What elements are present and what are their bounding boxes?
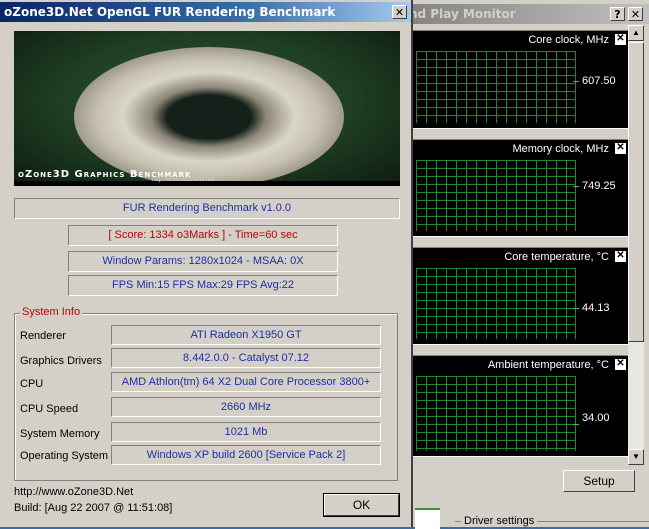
- graph-grid: [416, 376, 576, 451]
- scroll-up-icon[interactable]: ▲: [628, 25, 644, 41]
- benchmark-banner-image: oZone3D Graphics Benchmark http://www.oz…: [14, 31, 400, 186]
- cpu-label: CPU: [20, 378, 44, 390]
- hardware-monitor-window: nd Play Monitor ? ✕ Core clock, MHz ✕ 60…: [395, 0, 649, 529]
- setup-button[interactable]: Setup: [563, 470, 635, 492]
- dialog-titlebar: oZone3D.Net OpenGL FUR Rendering Benchma…: [0, 2, 411, 22]
- graph-value: 34.00: [582, 412, 610, 424]
- graphics-drivers-value: 8.442.0.0 - Catalyst 07.12: [111, 348, 381, 368]
- graph-core-temperature: Core temperature, °C ✕ 44.13: [412, 247, 630, 345]
- scroll-down-icon[interactable]: ▼: [628, 449, 644, 465]
- renderer-value: ATI Radeon X1950 GT: [111, 325, 381, 345]
- cpu-value: AMD Athlon(tm) 64 X2 Dual Core Processor…: [111, 372, 381, 392]
- benchmark-header-panel: FUR Rendering Benchmark v1.0.0: [14, 198, 400, 219]
- monitor-title: nd Play Monitor: [409, 7, 516, 21]
- graph-value: 749.25: [582, 180, 616, 192]
- fps-panel: FPS Min:15 FPS Max:29 FPS Avg:22: [68, 275, 338, 296]
- dialog-close-button[interactable]: ✕: [392, 5, 407, 19]
- footer-build: Build: [Aug 22 2007 @ 11:51:08]: [14, 502, 173, 514]
- graph-title: Memory clock, MHz: [512, 143, 609, 155]
- graph-memory-clock: Memory clock, MHz ✕ 749.25: [412, 139, 630, 237]
- driver-settings-label: Driver settings: [461, 515, 538, 527]
- score-panel: [ Score: 1334 o3Marks ] - Time=60 sec: [68, 225, 338, 246]
- graph-close-icon[interactable]: ✕: [615, 251, 626, 262]
- graph-level-marker: [573, 186, 579, 187]
- cpu-speed-label: CPU Speed: [20, 403, 79, 415]
- banner-url: http://www.ozone3d.net: [152, 177, 215, 183]
- window-params-text: Window Params: 1280x1024 - MSAA: 0X: [102, 255, 304, 267]
- system-info-title: System Info: [20, 306, 83, 318]
- graph-grid: [416, 51, 576, 123]
- help-button[interactable]: ?: [610, 7, 625, 21]
- benchmark-dialog: oZone3D.Net OpenGL FUR Rendering Benchma…: [0, 0, 413, 527]
- system-memory-label: System Memory: [20, 428, 100, 440]
- graph-close-icon[interactable]: ✕: [615, 143, 626, 154]
- graph-grid: [416, 268, 576, 339]
- status-strip: [415, 508, 440, 529]
- fur-torus-render: [74, 47, 344, 186]
- graph-core-clock: Core clock, MHz ✕ 607.50: [412, 30, 630, 129]
- dialog-title: oZone3D.Net OpenGL FUR Rendering Benchma…: [4, 5, 336, 19]
- system-memory-value: 1021 Mb: [111, 422, 381, 442]
- operating-system-label: Operating System: [20, 450, 109, 462]
- score-text: [ Score: 1334 o3Marks ] - Time=60 sec: [108, 229, 298, 241]
- footer-url: http://www.oZone3D.Net: [14, 486, 134, 498]
- graph-close-icon[interactable]: ✕: [615, 34, 626, 45]
- graph-title: Core temperature, °C: [504, 251, 609, 263]
- window-params-panel: Window Params: 1280x1024 - MSAA: 0X: [68, 251, 338, 272]
- fps-text: FPS Min:15 FPS Max:29 FPS Avg:22: [112, 279, 294, 291]
- renderer-label: Renderer: [20, 330, 66, 342]
- monitor-close-button[interactable]: ✕: [628, 7, 643, 21]
- graphs-scrollbar[interactable]: ▲ ▼: [628, 25, 644, 465]
- graph-level-marker: [573, 308, 579, 309]
- graph-value: 44.13: [582, 302, 610, 314]
- graph-value: 607.50: [582, 75, 616, 87]
- ok-button[interactable]: OK: [323, 493, 400, 517]
- scrollbar-thumb[interactable]: [628, 42, 644, 342]
- graph-level-marker: [573, 81, 579, 82]
- graph-close-icon[interactable]: ✕: [615, 359, 626, 370]
- graph-title: Ambient temperature, °C: [487, 359, 609, 371]
- monitor-titlebar: nd Play Monitor ? ✕: [395, 4, 649, 24]
- graph-title: Core clock, MHz: [528, 34, 609, 46]
- graph-ambient-temperature: Ambient temperature, °C ✕ 34.00: [412, 355, 630, 457]
- graphics-drivers-label: Graphics Drivers: [20, 355, 102, 367]
- graph-grid: [416, 160, 576, 231]
- graph-level-marker: [573, 424, 579, 425]
- benchmark-version: FUR Rendering Benchmark v1.0.0: [122, 202, 292, 214]
- operating-system-value: Windows XP build 2600 [Service Pack 2]: [111, 445, 381, 465]
- cpu-speed-value: 2660 MHz: [111, 397, 381, 417]
